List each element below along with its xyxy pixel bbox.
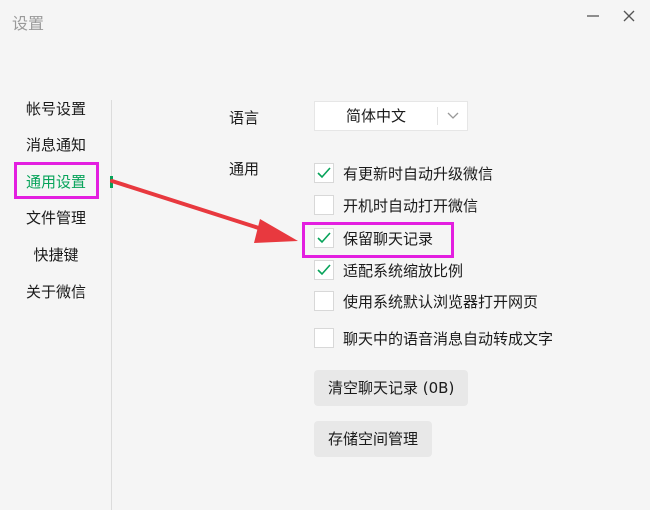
settings-window: 设置 帐号设置 消息通知 通用设置 文件管理 快捷键 关于微信 语言 简体中文 …: [0, 0, 650, 510]
annotation-arrow: [110, 179, 298, 243]
